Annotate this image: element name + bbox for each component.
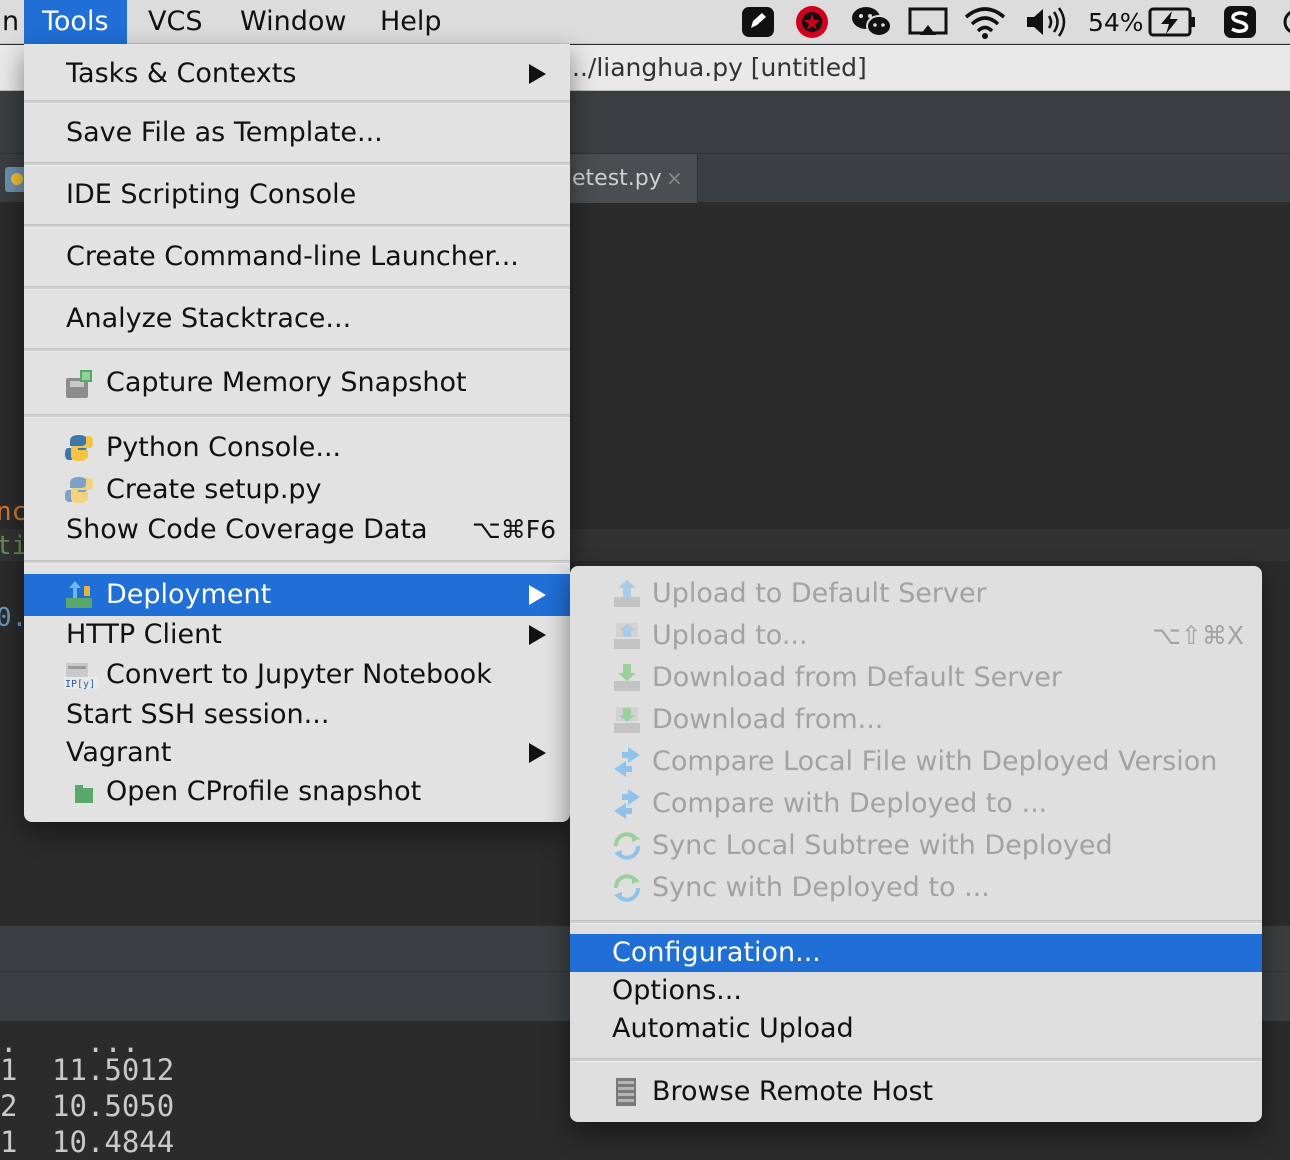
menu-separator [570,1058,1262,1062]
submenu-arrow-icon [529,625,546,645]
pencil-app-icon[interactable] [740,0,776,44]
menu-item-start-ssh[interactable]: Start SSH session... [24,696,570,734]
menu-separator [24,348,570,352]
menu-separator [24,286,570,290]
menu-separator [24,162,570,166]
menu-vcs[interactable]: VCS [130,0,220,44]
menu-item-browse-remote[interactable]: Browse Remote Host [570,1070,1262,1114]
menu-tools[interactable]: Tools [24,0,127,44]
menu-item-create-setup[interactable]: Create setup.py [24,470,570,510]
menu-item-python-console[interactable]: Python Console... [24,426,570,470]
menu-item-vagrant[interactable]: Vagrant [24,734,570,772]
deployment-submenu: Upload to Default Server Upload to... ⌥⇧… [570,566,1262,1122]
menu-item-compare-with[interactable]: Compare with Deployed to ... [570,784,1262,824]
menu-item-deployment[interactable]: Deployment [24,574,570,616]
cprofile-icon [74,782,104,812]
menu-window[interactable]: Window [222,0,364,44]
menu-item-sync-subtree[interactable]: Sync Local Subtree with Deployed [570,826,1262,866]
volume-icon[interactable] [1024,0,1070,44]
submenu-arrow-icon [529,743,546,763]
download-icon [612,663,642,693]
menu-item-configuration[interactable]: Configuration... [570,934,1262,972]
editor-tab-label: etest.py [572,166,662,191]
jupyter-icon: IP[y] [64,659,98,690]
battery-percent: 54% [1088,7,1144,37]
window-title: ../lianghua.py [untitled] [572,53,867,82]
menu-item-compare-local[interactable]: Compare Local File with Deployed Version [570,742,1262,782]
shortcut-label: ⌥⇧⌘X [1152,621,1244,650]
python-icon [64,433,94,463]
menu-separator [24,224,570,228]
sync-icon [612,831,642,861]
battery-charging-icon[interactable] [1148,0,1196,44]
menu-item-sync-with[interactable]: Sync with Deployed to ... [570,868,1262,908]
record-icon[interactable] [794,0,830,44]
svg-text:IP[y]: IP[y] [65,679,95,690]
tools-menu: Tasks & Contexts Save File as Template..… [24,44,570,822]
sync-with-icon [612,873,642,903]
menu-item-upload-default[interactable]: Upload to Default Server [570,574,1262,614]
menu-separator [24,414,570,418]
menu-item-analyze-stacktrace[interactable]: Analyze Stacktrace... [24,292,570,346]
s-app-icon[interactable] [1222,0,1258,44]
menu-item-show-coverage[interactable]: Show Code Coverage Data ⌥⌘F6 [24,510,570,550]
memory-snapshot-icon [64,368,94,398]
server-icon [614,1077,644,1107]
upload-icon [612,579,642,609]
menu-separator [570,920,1262,924]
menu-item-upload-to[interactable]: Upload to... ⌥⇧⌘X [570,616,1262,656]
menu-item-download-default[interactable]: Download from Default Server [570,658,1262,698]
menu-bar: n Tools VCS Window Help 54% [0,0,1290,44]
submenu-arrow-icon [529,585,546,605]
menu-separator [24,560,570,564]
menu-item-capture-memory[interactable]: Capture Memory Snapshot [24,354,570,412]
menu-item-download-from[interactable]: Download from... [570,700,1262,740]
airplay-icon[interactable] [908,0,948,44]
menu-help[interactable]: Help [362,0,460,44]
menu-separator [24,100,570,104]
menu-item-ide-scripting[interactable]: IDE Scripting Console [24,168,570,222]
download-from-icon [612,705,642,735]
shortcut-label: ⌥⌘F6 [471,515,556,544]
close-icon[interactable]: × [666,154,683,203]
menu-item-http-client[interactable]: HTTP Client [24,616,570,654]
editor-tab[interactable]: etest.py × [560,154,698,203]
submenu-arrow-icon [529,64,546,84]
wechat-icon[interactable] [850,0,894,44]
menu-item-convert-jupyter[interactable]: IP[y] Convert to Jupyter Notebook [24,654,570,696]
wifi-icon[interactable] [962,0,1008,44]
menu-item-open-cprofile[interactable]: Open CProfile snapshot [24,772,570,812]
menu-item-automatic-upload[interactable]: Automatic Upload [570,1010,1262,1048]
menu-item-save-template[interactable]: Save File as Template... [24,106,570,160]
upload-to-icon [612,621,642,651]
menu-item-options[interactable]: Options... [570,972,1262,1010]
python-file-icon [64,475,94,505]
compare-with-icon [612,789,642,819]
compare-icon [612,747,642,777]
menu-item-cmd-launcher[interactable]: Create Command-line Launcher... [24,230,570,284]
menu-item-tasks-contexts[interactable]: Tasks & Contexts [24,48,570,100]
status-partial-icon[interactable] [1282,0,1290,44]
deployment-icon [64,580,94,610]
